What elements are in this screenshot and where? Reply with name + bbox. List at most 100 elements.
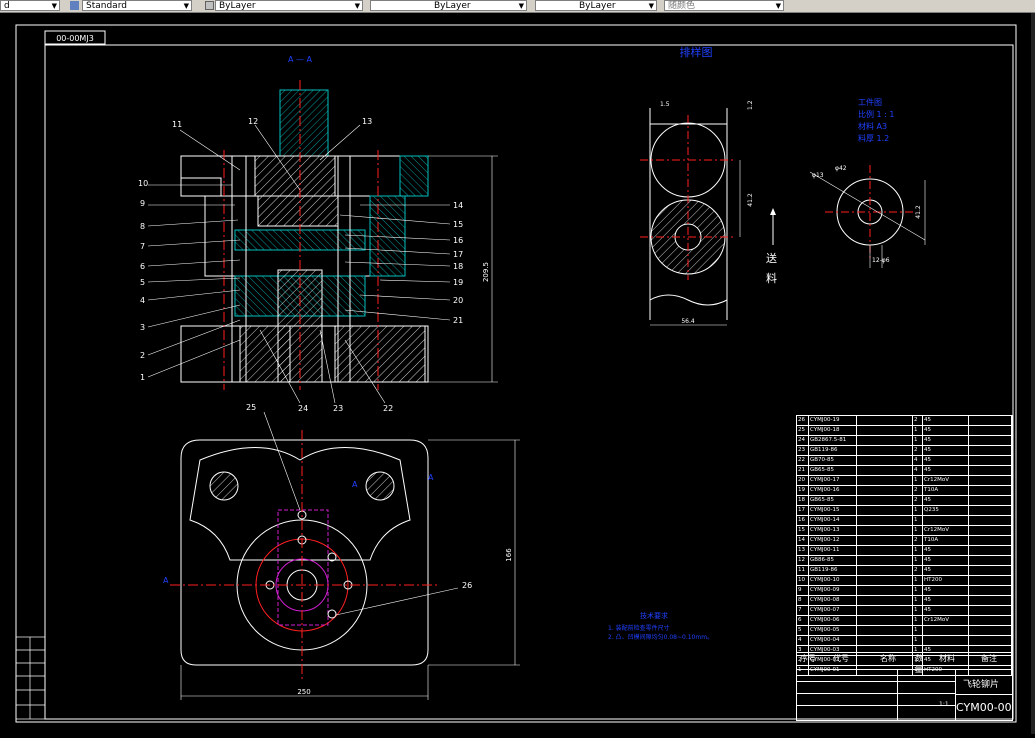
table-cell: 2	[913, 536, 923, 545]
tech-requirements: 技术要求 1. 装配前检查零件尺寸 2. 凸、凹模间隙均匀0.08~0.10mm…	[608, 611, 713, 641]
table-cell: CYMJ00-10	[809, 576, 857, 585]
callout-21: 21	[453, 316, 463, 325]
table-cell: 4	[913, 466, 923, 475]
table-cell	[857, 446, 913, 455]
table-cell	[969, 606, 1012, 615]
chevron-down-icon: ▼	[775, 2, 781, 10]
table-cell	[969, 636, 1012, 645]
section-label: A — A	[288, 55, 313, 64]
strip-title: 排样图	[680, 45, 713, 59]
table-cell: GB2867.5-81	[809, 436, 857, 445]
dimension-style-icon[interactable]	[70, 1, 79, 10]
color-combo[interactable]: ByLayer ▼	[215, 0, 363, 11]
table-cell: 1	[913, 546, 923, 555]
dimension-style-combo[interactable]: Standard ▼	[82, 0, 192, 11]
table-cell	[857, 526, 913, 535]
table-cell: CYMJ00-06	[809, 616, 857, 625]
table-row: 6 CYMJ00-06 1 Cr12MoV	[797, 616, 1012, 626]
callout-11: 11	[172, 120, 182, 129]
plotstyle-combo[interactable]: 随颜色 ▼	[664, 0, 784, 11]
feed-label-2: 料	[766, 271, 777, 285]
callout-23: 23	[333, 404, 343, 413]
drawing-canvas[interactable]: 00-00MJ3 A — A 209.5 11 10 9 8 7 6 5 4 3…	[0, 13, 1035, 734]
table-cell: 17	[797, 506, 809, 515]
callout-16: 16	[453, 236, 463, 245]
table-cell: 15	[797, 526, 809, 535]
callout-2: 2	[140, 351, 145, 360]
table-cell	[857, 496, 913, 505]
table-cell: 22	[797, 456, 809, 465]
plan-dim-bottom: 250	[297, 688, 310, 696]
strip-dim-top: 1.5	[660, 101, 670, 108]
table-cell	[969, 466, 1012, 475]
table-cell: 4	[913, 456, 923, 465]
table-cell: 25	[797, 426, 809, 435]
plan-callout-25: 25	[246, 403, 256, 412]
table-cell: 1	[913, 616, 923, 625]
callout-6: 6	[140, 262, 145, 271]
table-cell	[969, 476, 1012, 485]
vertical-scrollbar[interactable]	[1031, 13, 1035, 734]
table-cell: CYMJ00-04	[809, 636, 857, 645]
table-cell: 2	[913, 496, 923, 505]
table-cell: CYMJ00-16	[809, 486, 857, 495]
table-cell	[969, 416, 1012, 425]
table-row: 13 CYMJ00-11 1 45	[797, 546, 1012, 556]
wp-title: 工件图	[858, 97, 882, 107]
table-cell: 13	[797, 546, 809, 555]
callout-9: 9	[140, 199, 145, 208]
table-cell	[969, 546, 1012, 555]
table-cell: GB86-85	[809, 556, 857, 565]
wp-dim-3: 41.2	[915, 205, 922, 219]
table-cell: 45	[923, 556, 969, 565]
table-cell	[857, 606, 913, 615]
table-row: 24 GB2867.5-81 1 45	[797, 436, 1012, 446]
plan-view: 25 26 A A A 166 250	[163, 403, 520, 700]
table-row: 5 CYMJ00-05 1	[797, 626, 1012, 636]
table-cell: 21	[797, 466, 809, 475]
table-cell: 1	[913, 526, 923, 535]
stripper-outline	[277, 509, 329, 626]
linetype-combo[interactable]: ByLayer ▼	[370, 0, 527, 11]
table-cell: 4	[797, 636, 809, 645]
lower-plate-hatch-left	[239, 325, 291, 383]
callout-8: 8	[140, 222, 145, 231]
chevron-down-icon: ▼	[648, 2, 654, 10]
wp-dim-2: φ42	[835, 165, 847, 172]
callout-5: 5	[140, 278, 145, 287]
table-row: 16 CYMJ00-14 1	[797, 516, 1012, 526]
table-cell	[857, 636, 913, 645]
table-cell	[969, 516, 1012, 525]
table-cell: 26	[797, 416, 809, 425]
table-cell: 45	[923, 426, 969, 435]
table-cell	[969, 586, 1012, 595]
table-cell: GB65-85	[809, 496, 857, 505]
table-cell: 9	[797, 586, 809, 595]
callout-14: 14	[453, 201, 463, 210]
strip-dim-side: 41.2	[747, 193, 754, 207]
punch-plate	[257, 195, 339, 227]
table-cell	[969, 506, 1012, 515]
strip-dim-right-top: 1.2	[747, 100, 754, 110]
bom-table: 26 CYMJ00-19 2 45 25 CYMJ00-18 1 45 24 GB2867.5-8…	[796, 415, 1013, 721]
tech-line-2: 2. 凸、凹模间隙均匀0.08~0.10mm。	[608, 633, 713, 641]
table-cell: 11	[797, 566, 809, 575]
table-cell	[857, 546, 913, 555]
table-cell: 19	[797, 486, 809, 495]
strip-layout: 排样图 1.5 1.2 41.2 56.4 送 料	[640, 45, 777, 326]
table-cell: 23	[797, 446, 809, 455]
table-cell	[857, 436, 913, 445]
table-cell: 1	[913, 516, 923, 525]
revision-block	[15, 636, 46, 720]
table-cell: 45	[923, 446, 969, 455]
table-cell	[969, 556, 1012, 565]
lineweight-combo[interactable]: ByLayer ▼	[535, 0, 657, 11]
table-cell	[857, 456, 913, 465]
wp-scale: 比例 1 : 1	[858, 109, 895, 119]
table-cell: 14	[797, 536, 809, 545]
tech-line-1: 1. 装配前检查零件尺寸	[608, 624, 670, 632]
text-style-combo[interactable]: d ▼	[0, 0, 60, 11]
table-cell: 8	[797, 596, 809, 605]
layer-icon[interactable]	[205, 1, 214, 10]
callout-3: 3	[140, 323, 145, 332]
